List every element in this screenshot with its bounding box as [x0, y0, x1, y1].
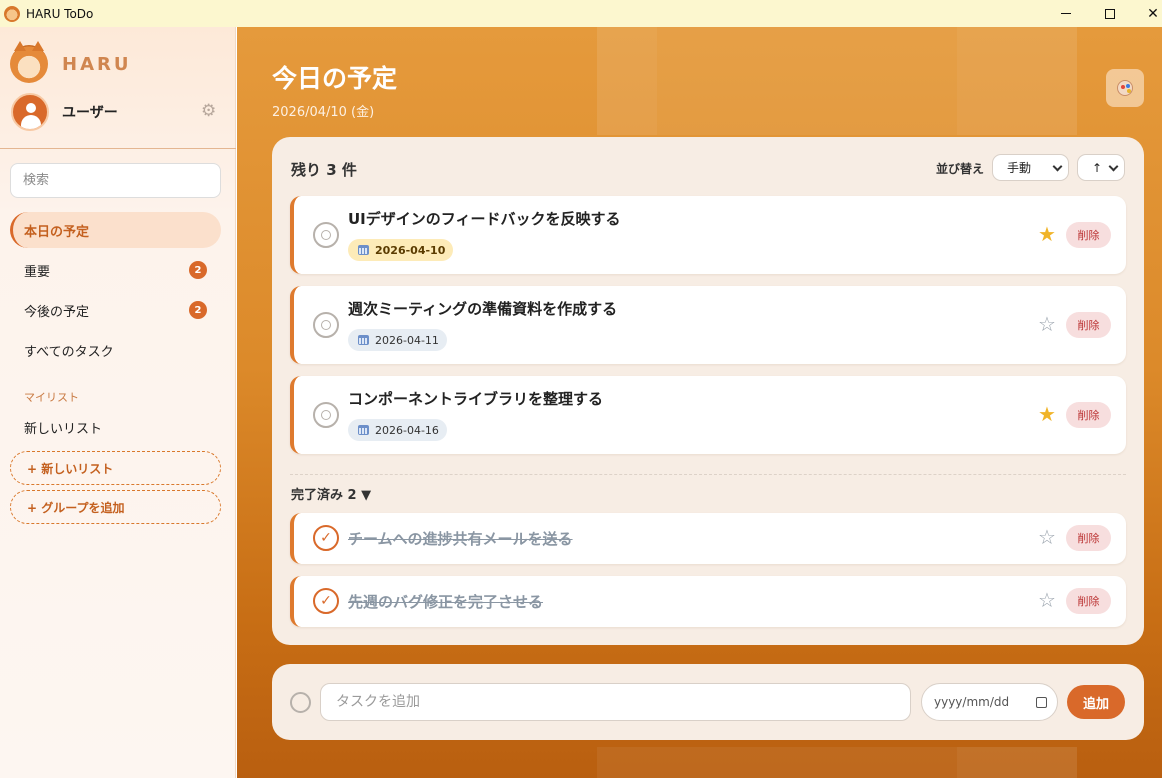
due-date-chip: 2026-04-10	[348, 239, 454, 261]
due-date-chip: 2026-04-11	[348, 329, 447, 351]
brand: HARU	[10, 41, 132, 83]
completed-toggle[interactable]: 完了済み 2 ▼	[291, 484, 371, 503]
avatar[interactable]	[11, 93, 49, 131]
delete-button[interactable]: 削除	[1066, 525, 1111, 551]
add-task-input[interactable]	[320, 683, 911, 721]
calendar-icon[interactable]	[1036, 697, 1047, 708]
chevron-down-icon	[1052, 161, 1063, 172]
star-icon[interactable]: ★	[1038, 222, 1056, 246]
task-title: UIデザインのフィードバックを反映する	[348, 210, 621, 228]
complete-checkbox[interactable]	[313, 222, 339, 248]
sort-order-value: ↑	[1092, 160, 1103, 175]
nav-item-important[interactable]: 重要 2	[10, 252, 221, 288]
page-title: 今日の予定	[272, 64, 398, 93]
new-task-checkbox-icon	[290, 692, 311, 713]
maximize-button[interactable]	[1087, 0, 1133, 27]
date-placeholder: yyyy/mm/dd	[934, 695, 1010, 709]
user-name: ユーザー	[62, 105, 118, 121]
delete-button[interactable]: 削除	[1066, 312, 1111, 338]
page-date: 2026/04/10 (金)	[272, 105, 375, 120]
pomeranian-logo-icon	[10, 41, 48, 83]
nav-item-label: すべてのタスク	[24, 344, 114, 360]
nav-item-label: 今後の予定	[24, 304, 90, 320]
nav-item-today[interactable]: 本日の予定	[10, 212, 221, 248]
sort-select[interactable]: 手動	[992, 154, 1069, 181]
window-title: HARU ToDo	[26, 6, 94, 21]
star-icon[interactable]: ☆	[1038, 588, 1056, 612]
star-icon[interactable]: ☆	[1038, 525, 1056, 549]
sidebar: HARU ユーザー ⚙ 本日の予定 重要 2 今後の予定 2 すべてのタスク マ…	[0, 27, 236, 778]
due-date: 2026-04-11	[375, 333, 439, 347]
task-item[interactable]: コンポーネントライブラリを整理する 2026-04-16 ★ 削除	[290, 376, 1126, 454]
task-title: チームへの進捗共有メールを送る	[348, 530, 573, 548]
nav-item-upcoming[interactable]: 今後の予定 2	[10, 292, 221, 328]
minimize-icon	[1061, 13, 1071, 14]
palette-icon	[1117, 80, 1133, 96]
minimize-button[interactable]	[1043, 0, 1089, 27]
list-item[interactable]: 新しいリスト	[10, 409, 221, 445]
main-area: 今日の予定 2026/04/10 (金) 残り 3 件 並び替え 手動 ↑ UI…	[237, 27, 1162, 778]
sort-order-select[interactable]: ↑	[1077, 154, 1125, 181]
task-title: コンポーネントライブラリを整理する	[348, 390, 604, 408]
delete-button[interactable]: 削除	[1066, 588, 1111, 614]
task-item[interactable]: 週次ミーティングの準備資料を作成する 2026-04-11 ☆ 削除	[290, 286, 1126, 364]
checked-checkbox[interactable]: ✓	[313, 588, 339, 614]
delete-button[interactable]: 削除	[1066, 402, 1111, 428]
user-profile[interactable]: ユーザー ⚙	[11, 93, 221, 131]
complete-checkbox[interactable]	[313, 402, 339, 428]
due-date-input[interactable]: yyyy/mm/dd	[921, 683, 1058, 721]
delete-button[interactable]: 削除	[1066, 222, 1111, 248]
completed-task-item[interactable]: ✓ 先週のバグ修正を完了させる ☆ 削除	[290, 576, 1126, 627]
add-task-bar: yyyy/mm/dd 追加	[272, 664, 1144, 740]
count-badge: 2	[189, 301, 207, 319]
star-icon[interactable]: ★	[1038, 402, 1056, 426]
completed-task-item[interactable]: ✓ チームへの進捗共有メールを送る ☆ 削除	[290, 513, 1126, 564]
close-button[interactable]: ✕	[1130, 0, 1162, 27]
brand-name: HARU	[62, 53, 132, 75]
theme-button[interactable]	[1106, 69, 1144, 107]
calendar-icon	[358, 425, 369, 435]
calendar-icon	[358, 335, 369, 345]
app-icon	[4, 5, 20, 22]
gear-icon[interactable]: ⚙	[201, 101, 216, 121]
my-lists-heading: マイリスト	[24, 391, 79, 404]
sort-label: 並び替え	[936, 162, 985, 176]
task-panel: 残り 3 件 並び替え 手動 ↑ UIデザインのフィードバックを反映する 202…	[272, 137, 1144, 645]
section-divider	[290, 474, 1126, 475]
checked-checkbox[interactable]: ✓	[313, 525, 339, 551]
maximize-icon	[1105, 8, 1115, 19]
list-item-label: 新しいリスト	[24, 421, 103, 437]
task-item[interactable]: UIデザインのフィードバックを反映する 2026-04-10 ★ 削除	[290, 196, 1126, 274]
new-list-button[interactable]: + 新しいリスト	[10, 451, 221, 485]
sort-select-value: 手動	[1007, 161, 1032, 175]
search-input[interactable]	[10, 163, 221, 198]
due-date-chip: 2026-04-16	[348, 419, 447, 441]
star-icon[interactable]: ☆	[1038, 312, 1056, 336]
chevron-down-icon	[1108, 161, 1119, 172]
add-group-button[interactable]: + グループを追加	[10, 490, 221, 524]
count-badge: 2	[189, 261, 207, 279]
sidebar-divider	[0, 148, 236, 149]
nav-item-label: 重要	[24, 264, 51, 280]
nav-item-all-tasks[interactable]: すべてのタスク	[10, 332, 221, 368]
complete-checkbox[interactable]	[313, 312, 339, 338]
task-title: 先週のバグ修正を完了させる	[348, 593, 544, 611]
remaining-count: 残り 3 件	[291, 161, 357, 179]
calendar-icon	[358, 245, 369, 255]
due-date: 2026-04-16	[375, 423, 439, 437]
add-button[interactable]: 追加	[1067, 685, 1125, 719]
title-bar: HARU ToDo ✕	[0, 0, 1162, 27]
nav-item-label: 本日の予定	[24, 224, 90, 240]
close-icon: ✕	[1147, 5, 1159, 22]
due-date: 2026-04-10	[375, 243, 446, 257]
task-title: 週次ミーティングの準備資料を作成する	[348, 300, 618, 318]
